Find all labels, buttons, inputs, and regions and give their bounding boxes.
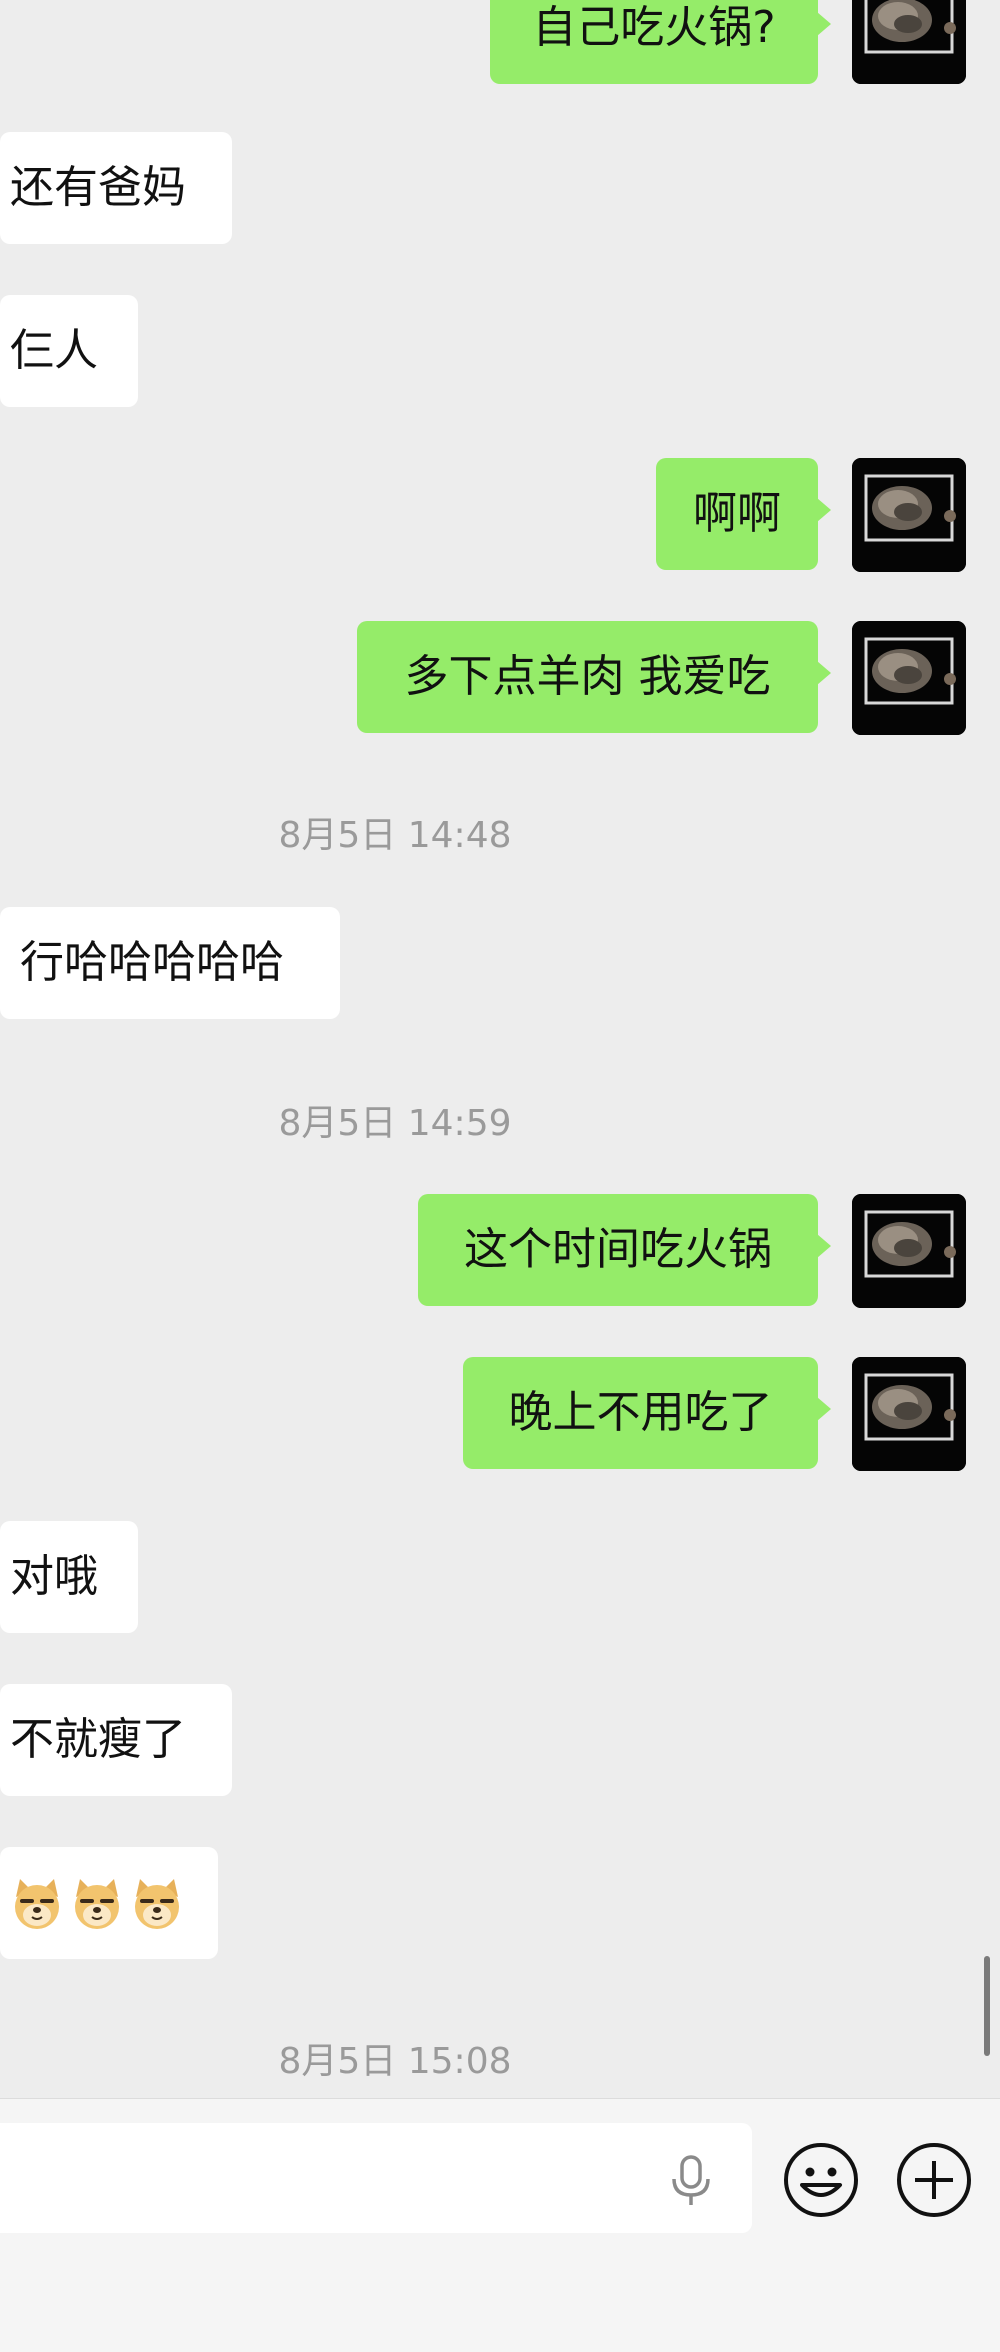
message-bubble-sent[interactable]: 晚上不用吃了 xyxy=(463,1357,831,1469)
timestamp: 8月5日 14:59 xyxy=(278,1103,512,1144)
avatar-image xyxy=(852,0,966,84)
avatar[interactable] xyxy=(852,0,966,84)
timestamp: 8月5日 14:48 xyxy=(278,815,512,856)
timestamp: 8月5日 15:08 xyxy=(278,2041,512,2082)
message-bubble-received[interactable]: 不就瘦了 xyxy=(0,1684,232,1796)
doge-emoji-icon xyxy=(10,1877,64,1931)
avatar-image xyxy=(852,1194,966,1308)
message-bubble-sent[interactable]: 啊啊 xyxy=(656,458,831,570)
doge-emoji-icon xyxy=(70,1877,124,1931)
avatar[interactable] xyxy=(852,458,966,572)
message-bubble-sent[interactable]: 自己吃火锅? xyxy=(490,0,831,84)
scrollbar[interactable] xyxy=(984,1956,990,2056)
avatar-image xyxy=(852,458,966,572)
plus-icon[interactable] xyxy=(895,2141,973,2219)
message-bubble-sent[interactable]: 这个时间吃火锅 xyxy=(418,1194,831,1306)
avatar-image xyxy=(852,1357,966,1471)
message-bubble-received[interactable]: 还有爸妈 xyxy=(0,132,232,244)
message-bubble-sent[interactable]: 多下点羊肉 我爱吃 xyxy=(357,621,831,733)
doge-emoji-icon xyxy=(130,1877,184,1931)
avatar[interactable] xyxy=(852,621,966,735)
avatar[interactable] xyxy=(852,1194,966,1308)
microphone-icon[interactable] xyxy=(666,2153,716,2207)
message-bubble-received[interactable]: 行哈哈哈哈哈 xyxy=(0,907,340,1019)
input-bar xyxy=(0,2098,1000,2352)
message-bubble-received[interactable]: 仨人 xyxy=(0,295,138,407)
message-bubble-received[interactable]: 对哦 xyxy=(0,1521,138,1633)
message-bubble-received-emoji[interactable] xyxy=(0,1847,218,1959)
avatar-image xyxy=(852,621,966,735)
chat-area[interactable]: 自己吃火锅? 还有爸妈 仨人 啊啊 多下点羊肉 我爱吃 8月5日 14:48 行… xyxy=(0,0,1000,2098)
avatar[interactable] xyxy=(852,1357,966,1471)
smiley-icon[interactable] xyxy=(782,2141,860,2219)
message-input[interactable] xyxy=(0,2123,752,2233)
